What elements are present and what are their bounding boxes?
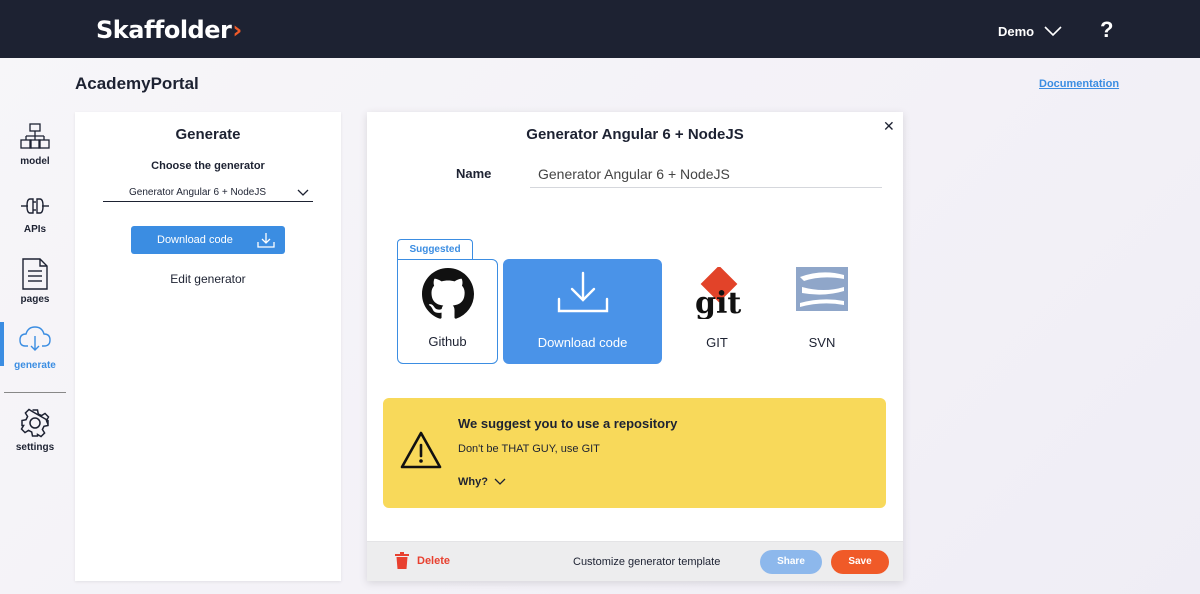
edit-generator-link[interactable]: Edit generator bbox=[75, 272, 341, 286]
top-bar: Skaffolder› Demo ? bbox=[0, 0, 1200, 58]
share-button[interactable]: Share bbox=[760, 550, 822, 574]
generate-panel: Generate Choose the generator Generator … bbox=[75, 112, 341, 581]
nav-divider bbox=[4, 392, 66, 393]
model-icon bbox=[20, 123, 50, 149]
option-git[interactable]: git GIT bbox=[677, 259, 757, 364]
logo-text: Skaffolder bbox=[96, 16, 232, 44]
account-menu[interactable]: Demo bbox=[998, 24, 1062, 39]
save-button[interactable]: Save bbox=[831, 550, 889, 574]
generate-icon bbox=[19, 326, 51, 351]
name-label: Name bbox=[456, 166, 492, 181]
nav-label-pages: pages bbox=[20, 294, 50, 305]
documentation-link[interactable]: Documentation bbox=[1039, 78, 1119, 90]
modal-footer: Delete Customize generator template Shar… bbox=[367, 541, 903, 581]
warning-title: We suggest you to use a repository bbox=[458, 416, 678, 431]
github-icon bbox=[421, 268, 474, 319]
download-code-label: Download code bbox=[157, 234, 233, 246]
nav-item-pages[interactable]: pages bbox=[0, 258, 70, 318]
modal-title: Generator Angular 6 + NodeJS bbox=[526, 126, 744, 143]
generator-modal: ✕ Generator Angular 6 + NodeJS Name Sugg… bbox=[367, 112, 903, 581]
option-svn[interactable]: SVN bbox=[782, 259, 862, 364]
chevron-down-icon bbox=[297, 189, 309, 196]
settings-icon bbox=[20, 408, 50, 438]
option-download-code[interactable]: Download code bbox=[503, 259, 662, 364]
warning-text: Don't be THAT GUY, use GIT bbox=[458, 443, 600, 455]
nav-item-settings[interactable]: settings bbox=[0, 408, 70, 468]
option-download-label: Download code bbox=[537, 335, 628, 350]
account-label: Demo bbox=[998, 24, 1035, 39]
suggested-badge: Suggested bbox=[397, 239, 473, 261]
warning-icon bbox=[400, 431, 442, 469]
why-toggle[interactable]: Why? bbox=[458, 476, 506, 488]
svn-logo bbox=[796, 267, 848, 317]
generator-select-value: Generator Angular 6 + NodeJS bbox=[129, 187, 267, 198]
nav-label-settings: settings bbox=[15, 442, 55, 453]
chevron-down-icon bbox=[1044, 26, 1062, 37]
logo-chevron-icon: › bbox=[232, 16, 242, 44]
option-svn-label: SVN bbox=[808, 335, 836, 350]
nav-label-generate: generate bbox=[14, 360, 56, 371]
nav-item-model[interactable]: model bbox=[0, 122, 70, 182]
generator-select[interactable]: Generator Angular 6 + NodeJS bbox=[103, 184, 313, 202]
download-code-button[interactable]: Download code bbox=[131, 226, 285, 254]
git-logo: git bbox=[695, 267, 741, 319]
help-button[interactable]: ? bbox=[1100, 17, 1113, 43]
pages-icon bbox=[22, 258, 48, 290]
nav-item-apis[interactable]: APIs bbox=[0, 196, 70, 256]
svg-text:git: git bbox=[695, 286, 741, 319]
generate-panel-title: Generate bbox=[175, 126, 241, 143]
api-icon bbox=[21, 198, 49, 214]
download-icon bbox=[557, 271, 608, 313]
chevron-down-icon bbox=[494, 478, 506, 485]
choose-generator-label: Choose the generator bbox=[151, 160, 265, 172]
trash-icon bbox=[395, 552, 409, 569]
option-github[interactable]: Github bbox=[397, 259, 498, 364]
option-git-label: GIT bbox=[706, 335, 728, 350]
nav-item-generate[interactable]: generate bbox=[0, 322, 70, 386]
project-title: AcademyPortal bbox=[75, 74, 199, 93]
download-icon bbox=[257, 233, 275, 248]
name-input[interactable] bbox=[530, 160, 882, 188]
delete-button[interactable]: Delete bbox=[395, 552, 450, 569]
repository-warning: We suggest you to use a repository Don't… bbox=[383, 398, 886, 508]
delete-label: Delete bbox=[417, 554, 451, 567]
customize-template-link[interactable]: Customize generator template bbox=[573, 556, 720, 568]
nav-label-model: model bbox=[20, 156, 50, 167]
skaffolder-logo[interactable]: Skaffolder› bbox=[96, 16, 242, 44]
option-github-label: Github bbox=[428, 334, 467, 349]
why-label: Why? bbox=[458, 476, 488, 488]
nav-label-apis: APIs bbox=[23, 224, 47, 235]
